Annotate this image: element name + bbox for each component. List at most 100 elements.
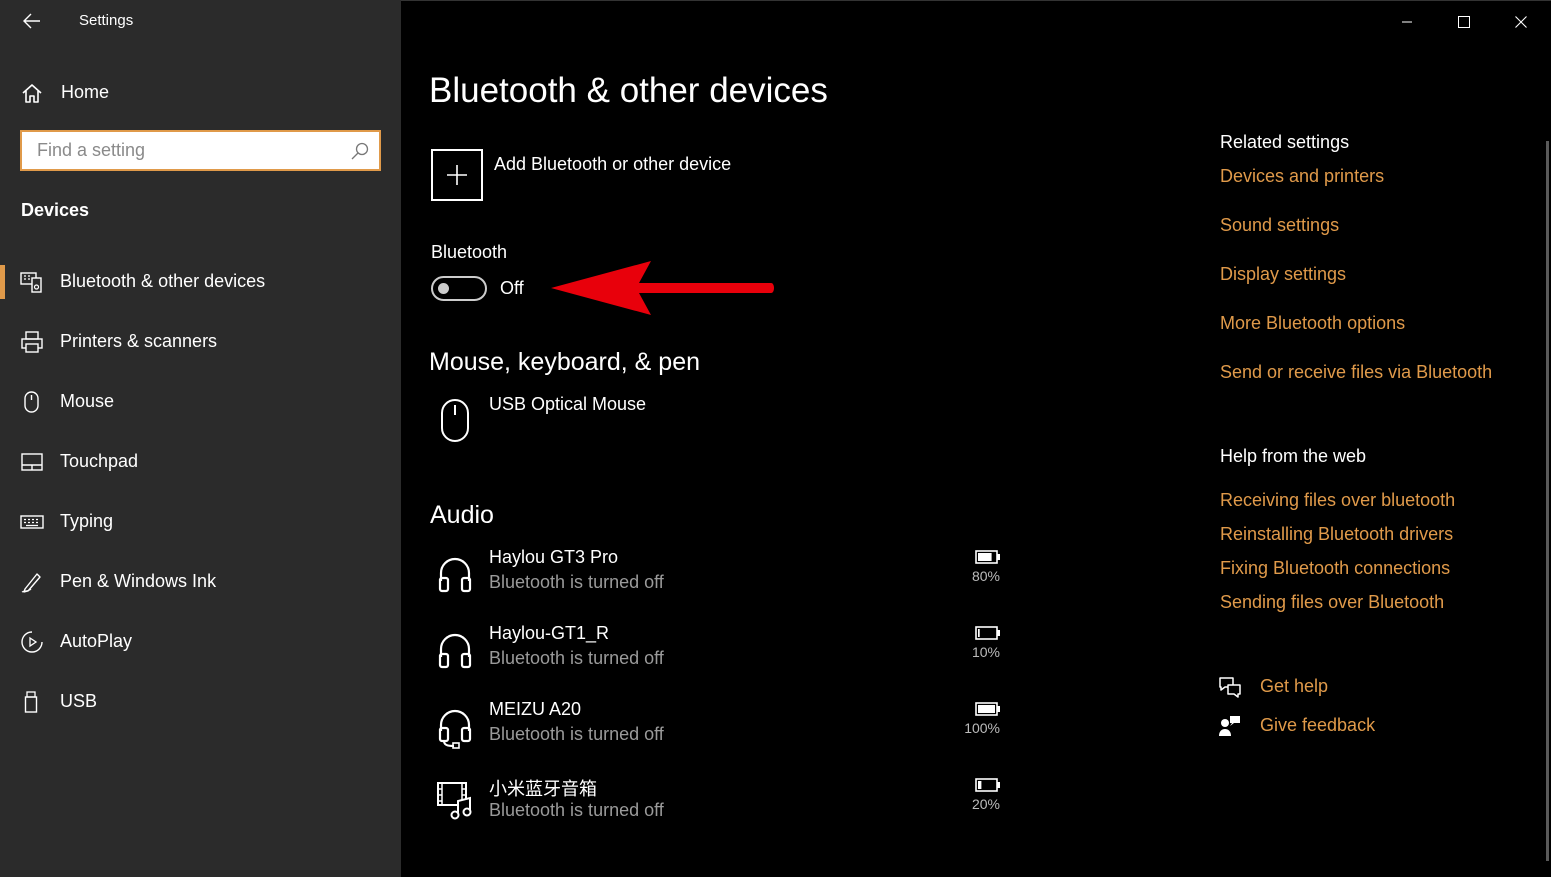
- link-devices-and-printers[interactable]: Devices and printers: [1220, 166, 1384, 187]
- sidebar-item-label: Printers & scanners: [60, 331, 218, 351]
- help-title: Help from the web: [1220, 446, 1367, 466]
- plus-icon: [447, 165, 467, 185]
- link-reinstalling-drivers[interactable]: Reinstalling Bluetooth drivers: [1220, 524, 1453, 545]
- link-send-receive-files[interactable]: Send or receive files via Bluetooth: [1220, 362, 1492, 383]
- device-name: MEIZU A20: [489, 699, 582, 719]
- main-content: Bluetooth & other devices Add Bluetooth …: [401, 0, 1551, 877]
- battery-percent: 80%: [971, 568, 1000, 584]
- device-name: Haylou GT3 Pro: [489, 547, 619, 567]
- battery-icon: [975, 778, 1000, 792]
- search-box: [20, 130, 381, 171]
- sidebar-item-label: Mouse: [60, 391, 115, 411]
- sidebar-item-autoplay[interactable]: AutoPlay: [0, 619, 401, 665]
- device-haylou-gt1-r[interactable]: Haylou-GT1_R Bluetooth is turned off: [431, 623, 991, 683]
- give-feedback-label: Give feedback: [1260, 715, 1376, 735]
- device-status: Bluetooth is turned off: [489, 572, 664, 592]
- page-title: Bluetooth & other devices: [429, 71, 828, 110]
- link-sound-settings[interactable]: Sound settings: [1220, 215, 1339, 236]
- battery-percent: 20%: [971, 796, 1000, 812]
- audio-section-title: Audio: [430, 501, 494, 529]
- add-device-label: Add Bluetooth or other device: [494, 154, 732, 174]
- link-receiving-files[interactable]: Receiving files over bluetooth: [1220, 490, 1455, 511]
- sidebar-item-label: Typing: [60, 511, 114, 531]
- sidebar-item-label: Pen & Windows Ink: [60, 571, 217, 591]
- sidebar: Settings Home Devices Bluetooth & other …: [0, 0, 401, 877]
- minimize-icon: [1402, 21, 1412, 23]
- sidebar-item-label: AutoPlay: [60, 631, 133, 651]
- speaker-media-icon: [437, 782, 472, 820]
- sidebar-item-usb[interactable]: USB: [0, 679, 401, 725]
- device-status: Bluetooth is turned off: [489, 800, 664, 820]
- sidebar-item-pen[interactable]: Pen & Windows Ink: [0, 559, 401, 605]
- sidebar-item-typing[interactable]: Typing: [0, 499, 401, 545]
- device-haylou-gt3-pro[interactable]: Haylou GT3 Pro Bluetooth is turned off: [431, 547, 991, 607]
- link-display-settings[interactable]: Display settings: [1220, 264, 1346, 285]
- autoplay-icon: [21, 631, 43, 653]
- sidebar-item-label: Home: [61, 82, 110, 102]
- device-name: Haylou-GT1_R: [489, 623, 610, 643]
- link-fixing-connections[interactable]: Fixing Bluetooth connections: [1220, 558, 1450, 579]
- link-sending-files[interactable]: Sending files over Bluetooth: [1220, 592, 1444, 613]
- battery-indicator: 100%: [951, 702, 1011, 742]
- device-meizu-a20[interactable]: MEIZU A20 Bluetooth is turned off: [431, 699, 991, 759]
- device-usb-mouse[interactable]: USB Optical Mouse: [431, 394, 991, 454]
- bluetooth-toggle-state: Off: [500, 278, 524, 298]
- keyboard-icon: [20, 515, 44, 529]
- scrollbar[interactable]: [1546, 141, 1549, 861]
- toggle-knob: [438, 283, 449, 294]
- battery-indicator: 10%: [951, 626, 1011, 666]
- link-more-bluetooth-options[interactable]: More Bluetooth options: [1220, 313, 1405, 334]
- sidebar-item-touchpad[interactable]: Touchpad: [0, 439, 401, 485]
- battery-icon: [975, 626, 1000, 640]
- search-input[interactable]: [22, 132, 342, 169]
- chat-help-icon: [1219, 677, 1241, 698]
- device-name: USB Optical Mouse: [489, 394, 647, 414]
- bluetooth-toggle[interactable]: [431, 276, 487, 301]
- sidebar-item-mouse[interactable]: Mouse: [0, 379, 401, 425]
- device-status: Bluetooth is turned off: [489, 724, 664, 744]
- usb-icon: [24, 691, 38, 713]
- add-device-button[interactable]: Add Bluetooth or other device: [431, 149, 791, 203]
- headphones-icon: [438, 633, 472, 669]
- minimize-button[interactable]: [1383, 6, 1431, 38]
- add-box: [431, 149, 483, 201]
- sidebar-item-bluetooth[interactable]: Bluetooth & other devices: [0, 259, 401, 305]
- device-status: Bluetooth is turned off: [489, 648, 664, 668]
- device-mi-speaker[interactable]: 小米蓝牙音箱 Bluetooth is turned off: [431, 775, 991, 835]
- back-button[interactable]: [18, 8, 46, 34]
- headset-icon: [438, 709, 472, 749]
- battery-indicator: 80%: [951, 550, 1011, 590]
- bluetooth-label: Bluetooth: [431, 242, 508, 262]
- mouse-icon: [441, 399, 469, 442]
- red-arrow-annotation: [551, 261, 774, 315]
- headphones-icon: [438, 557, 472, 593]
- device-name: 小米蓝牙音箱: [489, 779, 597, 799]
- close-icon: [1515, 16, 1527, 28]
- sidebar-section-title: Devices: [21, 200, 90, 220]
- window-title: Settings: [79, 12, 134, 29]
- sidebar-item-label: Bluetooth & other devices: [60, 271, 266, 291]
- pen-icon: [21, 573, 41, 593]
- battery-indicator: 20%: [951, 778, 1011, 818]
- sidebar-item-printers[interactable]: Printers & scanners: [0, 319, 401, 365]
- battery-percent: 100%: [964, 720, 1000, 736]
- related-settings-title: Related settings: [1220, 132, 1350, 152]
- battery-percent: 10%: [971, 644, 1000, 660]
- back-arrow-icon: [23, 13, 40, 29]
- battery-icon: [975, 702, 1000, 716]
- battery-icon: [975, 550, 1000, 564]
- printer-icon: [21, 331, 43, 353]
- sidebar-item-home[interactable]: Home: [0, 72, 401, 114]
- feedback-icon: [1219, 716, 1240, 736]
- maximize-icon: [1458, 16, 1470, 28]
- touchpad-icon: [21, 453, 43, 471]
- mouse-section-title: Mouse, keyboard, & pen: [429, 348, 700, 376]
- maximize-button[interactable]: [1440, 6, 1488, 38]
- search-icon[interactable]: [351, 142, 369, 160]
- close-button[interactable]: [1497, 6, 1545, 38]
- bluetooth-devices-icon: [20, 272, 42, 293]
- get-help-label: Get help: [1260, 676, 1329, 696]
- home-icon: [22, 84, 42, 103]
- sidebar-item-label: Touchpad: [60, 451, 139, 471]
- mouse-icon: [24, 391, 39, 413]
